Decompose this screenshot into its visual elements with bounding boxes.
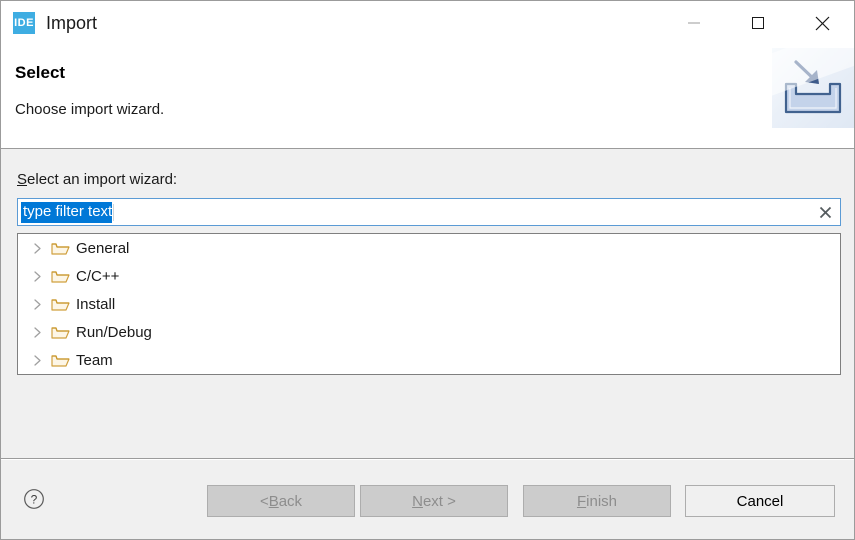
folder-icon: [50, 296, 70, 312]
tree-item-label: Install: [76, 295, 116, 313]
filter-input-value: type filter text: [21, 201, 113, 223]
svg-text:?: ?: [31, 493, 38, 507]
chevron-right-icon[interactable]: [28, 242, 46, 254]
tree-item-label: Run/Debug: [76, 323, 152, 341]
finish-button-mnemonic: F: [576, 492, 587, 510]
window-controls: [662, 1, 854, 45]
chevron-right-icon[interactable]: [28, 298, 46, 310]
close-button[interactable]: [790, 1, 854, 45]
page-subtitle: Choose import wizard.: [15, 101, 165, 118]
import-wizard-window: IDE Import Select Choose import wizard. …: [0, 0, 855, 540]
back-button-post: ack: [278, 492, 303, 510]
tree-item-label: Team: [76, 351, 113, 369]
window-title: Import: [46, 12, 98, 33]
tree-item-c-cpp[interactable]: C/C++: [18, 262, 840, 290]
back-button-pre: <: [259, 492, 269, 510]
tree-item-general[interactable]: General: [18, 234, 840, 262]
folder-icon: [50, 324, 70, 340]
filter-field-label: Select an import wizard:: [17, 171, 177, 188]
next-button[interactable]: Next >: [360, 485, 508, 517]
next-button-mnemonic: N: [412, 492, 423, 510]
chevron-right-icon[interactable]: [28, 354, 46, 366]
filter-input[interactable]: type filter text: [17, 198, 841, 226]
app-icon: IDE: [13, 12, 35, 34]
close-icon: [815, 16, 829, 30]
chevron-right-icon[interactable]: [28, 326, 46, 338]
help-question-icon: ?: [24, 489, 44, 509]
chevron-right-icon[interactable]: [28, 270, 46, 282]
tree-item-label: General: [76, 239, 130, 257]
import-banner-icon: [772, 48, 854, 128]
next-button-post: ext >: [422, 492, 456, 510]
folder-icon: [50, 352, 70, 368]
back-button[interactable]: < Back: [207, 485, 355, 517]
cancel-button-label: Cancel: [736, 492, 784, 510]
maximize-button[interactable]: [726, 1, 790, 45]
minimize-icon: [688, 22, 700, 24]
finish-button-post: inish: [586, 492, 618, 510]
back-button-mnemonic: B: [268, 492, 279, 510]
finish-button[interactable]: Finish: [523, 485, 671, 517]
wizard-body: Select an import wizard: type filter tex…: [1, 149, 854, 459]
tree-item-run-debug[interactable]: Run/Debug: [18, 318, 840, 346]
tree-item-team[interactable]: Team: [18, 346, 840, 374]
tree-item-label: C/C++: [76, 267, 120, 285]
filter-label-mnemonic: S: [17, 171, 28, 188]
help-button[interactable]: ?: [23, 488, 45, 510]
clear-x-icon: [819, 206, 831, 218]
maximize-icon: [752, 17, 764, 29]
import-wizard-tree[interactable]: General C/C++ Install Run/Debug Team: [17, 233, 841, 375]
folder-icon: [50, 240, 70, 256]
cancel-button[interactable]: Cancel: [685, 485, 835, 517]
text-caret: [113, 203, 115, 221]
clear-filter-button[interactable]: [816, 203, 834, 221]
wizard-header: Select Choose import wizard.: [1, 45, 854, 149]
filter-label-rest: elect an import wizard:: [27, 171, 178, 188]
page-title: Select: [15, 63, 66, 82]
minimize-button[interactable]: [662, 1, 726, 45]
title-bar: IDE Import: [1, 1, 854, 45]
folder-icon: [50, 268, 70, 284]
tree-item-install[interactable]: Install: [18, 290, 840, 318]
